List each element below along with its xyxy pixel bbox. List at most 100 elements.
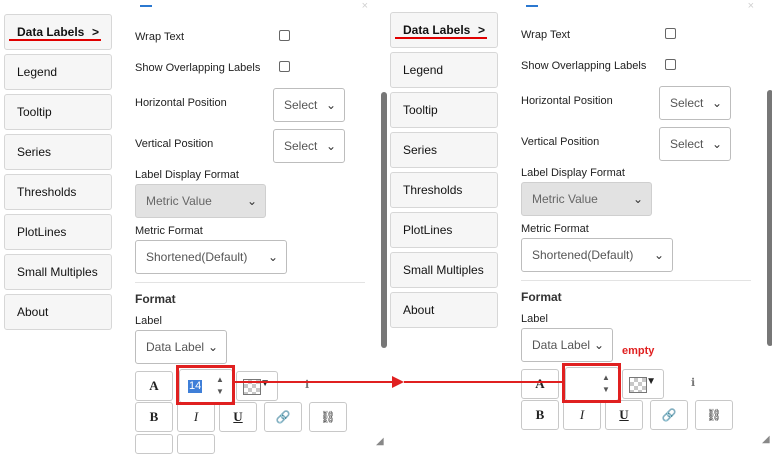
vertical-position-label: Vertical Position: [135, 138, 214, 150]
nav-tooltip-label: Tooltip: [403, 103, 438, 117]
chevron-down-icon: ⌄: [632, 192, 643, 206]
horizontal-position-value: Select: [670, 96, 704, 110]
bold-button[interactable]: B: [521, 400, 559, 430]
section-divider: [135, 282, 365, 283]
vertical-position-select[interactable]: Select ⌄: [273, 129, 345, 163]
caret-down-icon: ▼: [646, 376, 656, 387]
comparison-arrow-line: [232, 381, 392, 383]
italic-button[interactable]: I: [563, 400, 601, 430]
empty-annotation: empty: [622, 345, 655, 357]
partial-button[interactable]: [135, 434, 173, 454]
vertical-position-select[interactable]: Select ⌄: [659, 127, 731, 161]
bold-button[interactable]: B: [135, 402, 173, 432]
horizontal-position-value: Select: [284, 98, 318, 112]
nav-legend-label: Legend: [403, 63, 444, 77]
nav-plotlines-label: PlotLines: [403, 223, 453, 237]
nav-about[interactable]: About: [390, 292, 498, 328]
info-icon[interactable]: ℹ: [305, 378, 309, 391]
wrap-text-label: Wrap Text: [521, 29, 571, 41]
format-heading: Format: [135, 292, 176, 306]
nav-tooltip[interactable]: Tooltip: [390, 92, 498, 128]
nav-tooltip[interactable]: Tooltip: [4, 94, 112, 130]
unlink-button[interactable]: ⛓: [695, 400, 733, 430]
nav-about[interactable]: About: [4, 294, 112, 330]
italic-label: I: [193, 409, 199, 424]
overlap-checkbox[interactable]: [279, 61, 290, 72]
overlap-row: Show Overlapping Labels: [135, 61, 365, 74]
metric-format-select[interactable]: Shortened(Default) ⌄: [521, 238, 673, 272]
font-a-icon: A: [535, 376, 545, 391]
nav-data-labels[interactable]: Data Labels >: [390, 12, 498, 48]
scrollbar[interactable]: [767, 90, 772, 346]
wrap-text-checkbox[interactable]: [665, 28, 676, 39]
label-heading: Label: [521, 313, 548, 325]
horizontal-position-label: Horizontal Position: [135, 97, 227, 109]
nav-legend[interactable]: Legend: [390, 52, 498, 88]
partial-button[interactable]: [177, 434, 215, 454]
nav-legend[interactable]: Legend: [4, 54, 112, 90]
resize-handle-icon[interactable]: ◢: [762, 434, 770, 445]
nav-plotlines[interactable]: PlotLines: [390, 212, 498, 248]
font-family-button[interactable]: A: [521, 369, 559, 399]
nav-legend-label: Legend: [17, 65, 58, 79]
nav-plotlines-label: PlotLines: [17, 225, 67, 239]
font-family-button[interactable]: A: [135, 371, 173, 401]
nav-thresholds[interactable]: Thresholds: [390, 172, 498, 208]
label-select[interactable]: Data Label ⌄: [135, 330, 227, 364]
chevron-down-icon: ⌄: [246, 194, 257, 208]
nav-series[interactable]: Series: [4, 134, 112, 170]
unlink-button[interactable]: ⛓: [309, 402, 347, 432]
underline-button[interactable]: U: [219, 402, 257, 432]
nav-small-multiples[interactable]: Small Multiples: [4, 254, 112, 290]
overlap-checkbox[interactable]: [665, 59, 676, 70]
italic-button[interactable]: I: [177, 402, 215, 432]
font-color-picker[interactable]: ▼: [236, 371, 278, 401]
nav-series-label: Series: [17, 145, 52, 159]
wrap-text-checkbox[interactable]: [279, 30, 290, 41]
chevron-down-icon: ⌄: [207, 340, 218, 354]
label-select-value: Data Label: [146, 340, 205, 354]
top-accent-line: [526, 0, 538, 7]
link-button[interactable]: 🔗: [650, 400, 688, 430]
link-button[interactable]: 🔗: [264, 402, 302, 432]
nav-thresholds[interactable]: Thresholds: [4, 174, 112, 210]
info-icon[interactable]: ℹ: [691, 376, 695, 389]
horizontal-position-select[interactable]: Select ⌄: [273, 88, 345, 122]
horizontal-position-select[interactable]: Select ⌄: [659, 86, 731, 120]
vertical-position-label: Vertical Position: [521, 136, 600, 148]
nav-series[interactable]: Series: [390, 132, 498, 168]
chevron-down-icon: ⌄: [325, 98, 336, 112]
close-icon[interactable]: ×: [748, 0, 754, 12]
arrow-right-icon: [392, 376, 404, 388]
wrap-text-row: Wrap Text: [135, 30, 365, 43]
bold-label: B: [535, 407, 545, 422]
label-heading: Label: [135, 315, 162, 327]
bold-label: B: [149, 409, 159, 424]
label-select[interactable]: Data Label ⌄: [521, 328, 613, 362]
chevron-down-icon: ⌄: [325, 139, 336, 153]
label-select-value: Data Label: [532, 338, 591, 352]
label-display-format-select: Metric Value ⌄: [135, 184, 266, 218]
underline-button[interactable]: U: [605, 400, 643, 430]
nav-data-labels-label: Data Labels: [403, 23, 471, 37]
nav-small-multiples[interactable]: Small Multiples: [390, 252, 498, 288]
comparison-arrow-line: [404, 381, 564, 383]
active-tab-underline: [395, 37, 487, 39]
nav-data-labels[interactable]: Data Labels >: [4, 14, 112, 50]
metric-format-label: Metric Format: [521, 223, 589, 235]
close-icon[interactable]: ×: [362, 0, 368, 12]
vertical-position-value: Select: [670, 137, 704, 151]
chevron-down-icon: ⌄: [267, 250, 278, 264]
comparison-screenshot: Data Labels > Legend Tooltip Series Thre…: [0, 0, 772, 454]
resize-handle-icon[interactable]: ◢: [376, 436, 384, 447]
transparent-swatch-icon: [629, 377, 647, 393]
overlap-row: Show Overlapping Labels: [521, 59, 751, 72]
metric-format-select[interactable]: Shortened(Default) ⌄: [135, 240, 287, 274]
settings-nav: Data Labels > Legend Tooltip Series Thre…: [4, 14, 114, 334]
nav-plotlines[interactable]: PlotLines: [4, 214, 112, 250]
font-color-picker[interactable]: ▼: [622, 369, 664, 399]
label-display-format-value: Metric Value: [532, 192, 598, 206]
section-divider: [521, 280, 751, 281]
label-display-format-select: Metric Value ⌄: [521, 182, 652, 216]
nav-about-label: About: [403, 303, 435, 317]
